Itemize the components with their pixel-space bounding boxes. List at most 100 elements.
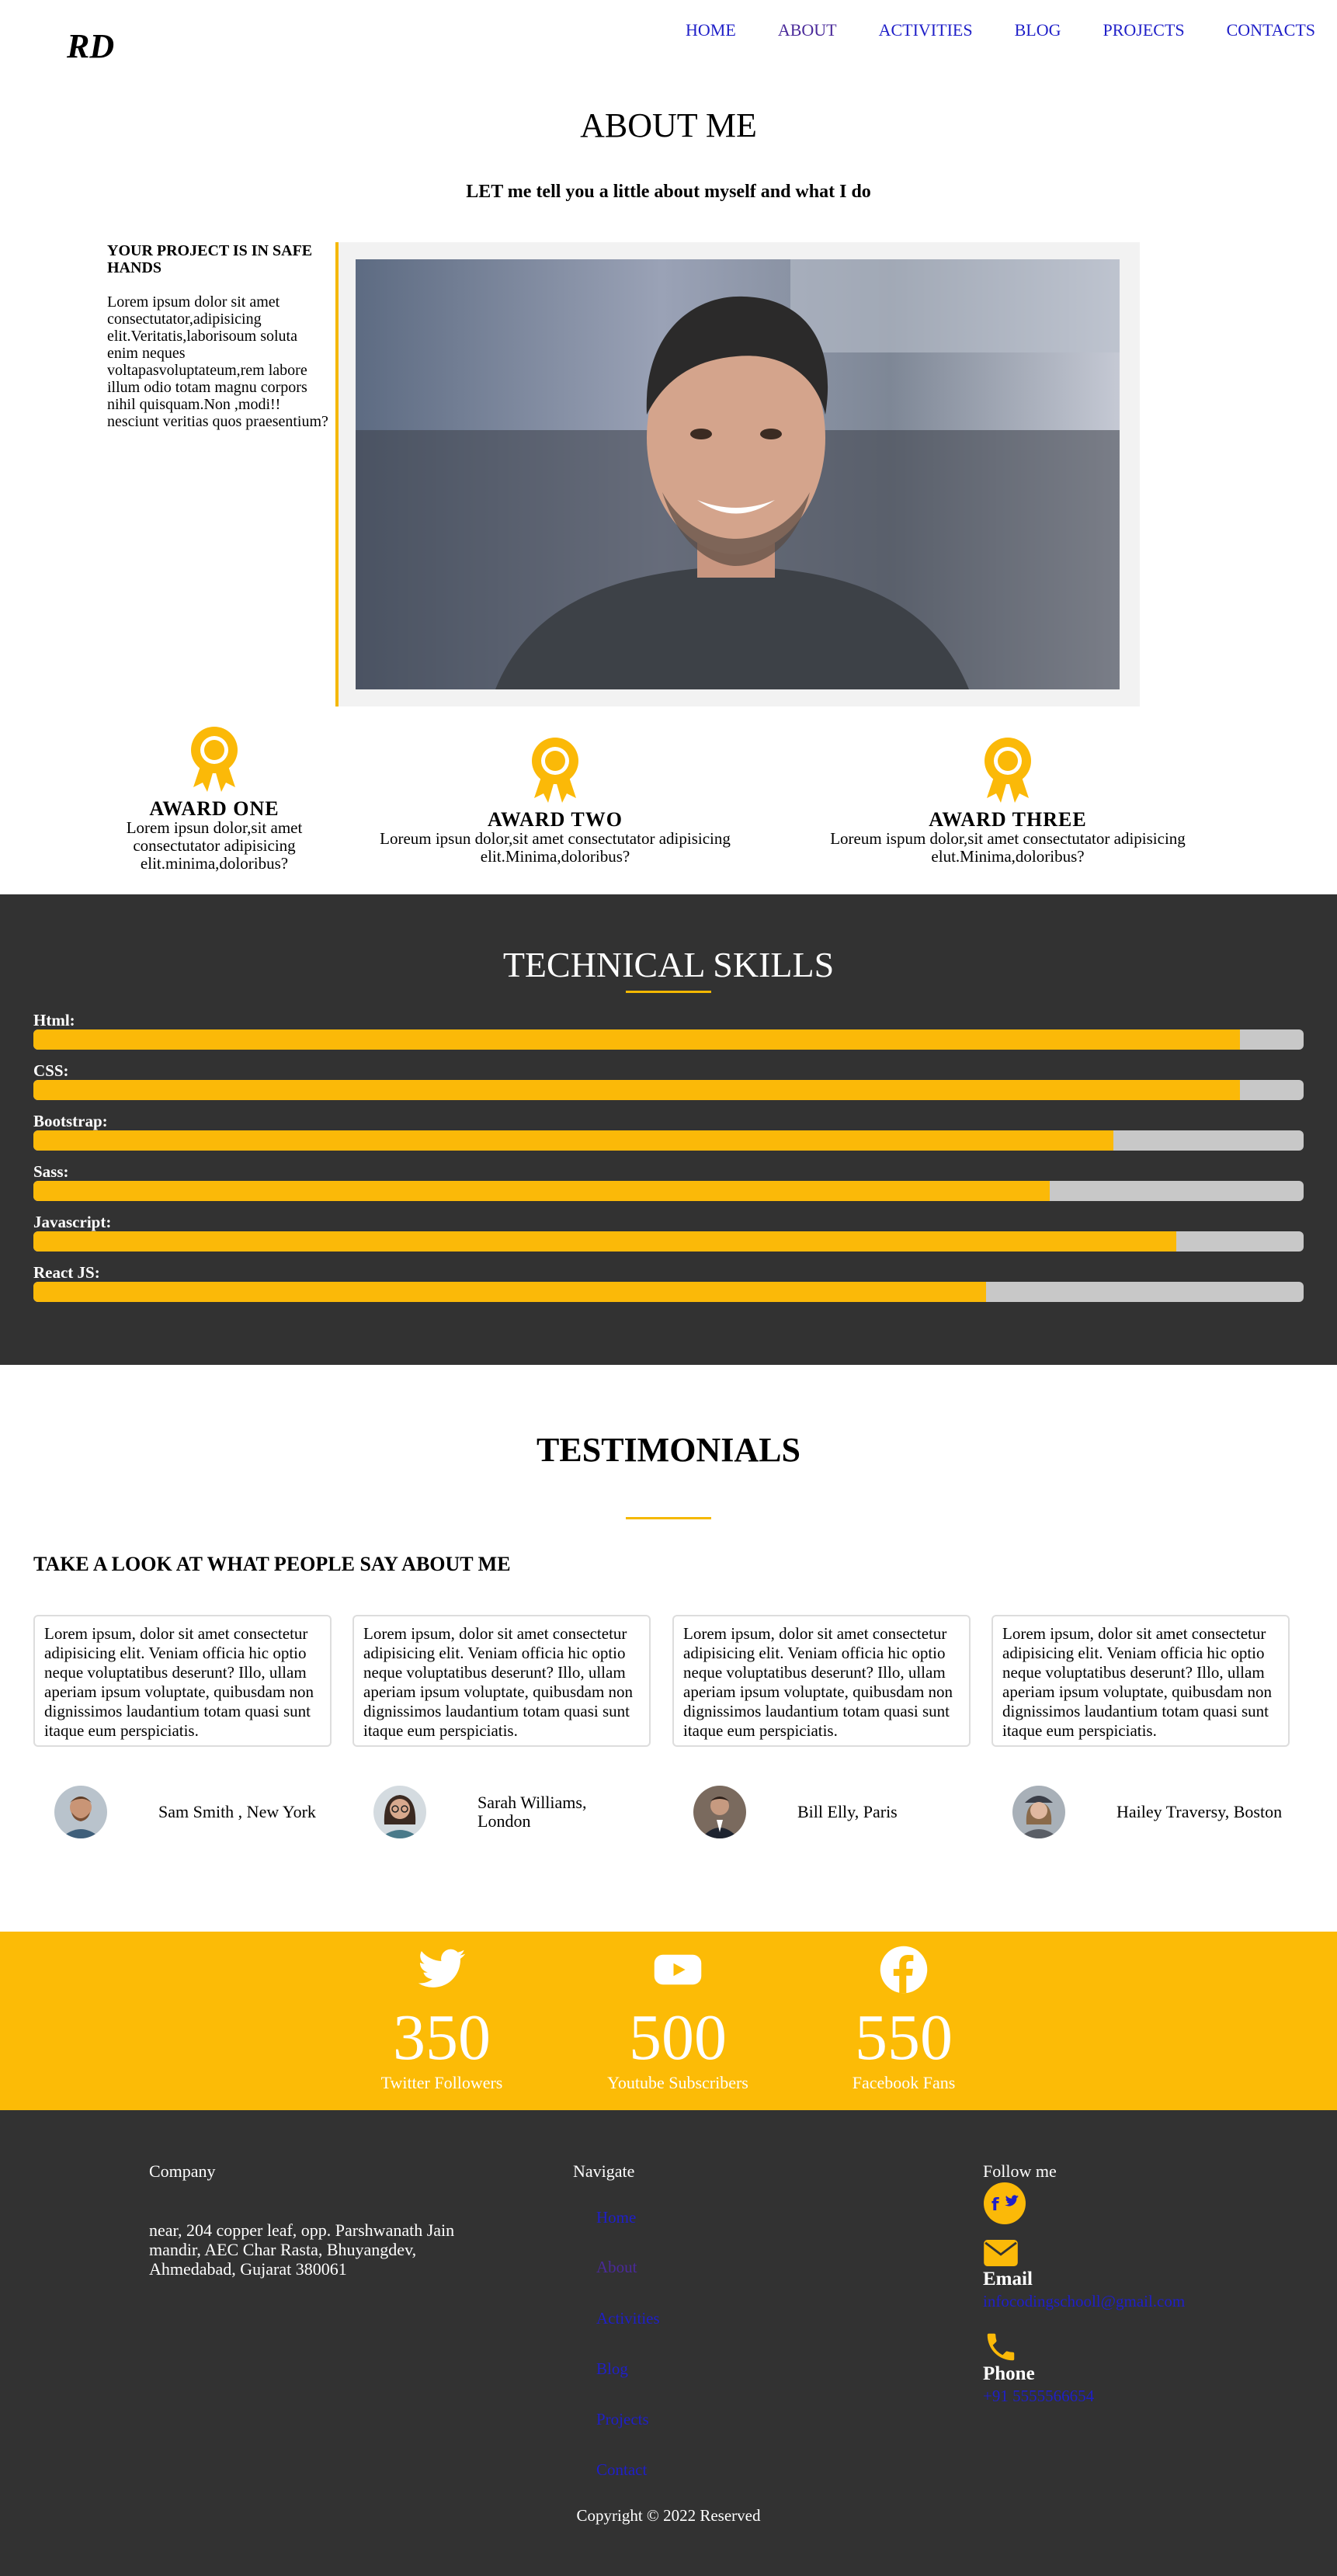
skills-title-underline xyxy=(626,991,711,993)
about-body: Lorem ipsum dolor sit amet consectutator… xyxy=(107,293,328,430)
skill-label: Bootstrap: xyxy=(33,1112,108,1130)
footer-follow-heading: Follow me xyxy=(983,2161,1057,2181)
stat-facebook: 550 Facebook Fans xyxy=(818,1932,989,2093)
footer-link-about[interactable]: About xyxy=(596,2258,637,2277)
nav-contacts[interactable]: CONTACTS xyxy=(1227,20,1315,40)
skill-progress-bar xyxy=(33,1130,1304,1151)
testimonial-card: Lorem ipsum, dolor sit amet consectetur … xyxy=(33,1615,332,1747)
stat-youtube: 500 Youtube Subscribers xyxy=(592,1932,763,2093)
avatar xyxy=(1012,1786,1065,1838)
nav-activities[interactable]: ACTIVITIES xyxy=(879,20,973,40)
skill-label: Sass: xyxy=(33,1162,69,1181)
social-stats: 350 Twitter Followers 500 Youtube Subscr… xyxy=(0,1932,1337,2110)
footer-phone-label: Phone xyxy=(983,2363,1035,2384)
testimonial-person: Hailey Traversy, Boston xyxy=(1012,1786,1282,1838)
footer-email-label: Email xyxy=(983,2269,1033,2290)
footer-link-home[interactable]: Home xyxy=(596,2208,636,2227)
avatar xyxy=(693,1786,746,1838)
testimonial-person: Sam Smith , New York xyxy=(54,1786,316,1838)
footer-navigate-heading: Navigate xyxy=(573,2161,635,2181)
profile-photo xyxy=(356,259,1120,689)
skill-progress-fill xyxy=(33,1282,986,1302)
stat-number: 550 xyxy=(855,2001,953,2074)
top-nav: HOME ABOUT ACTIVITIES BLOG PROJECTS CONT… xyxy=(686,20,1315,40)
award-title: AWARD TWO xyxy=(488,808,623,831)
twitter-icon[interactable] xyxy=(356,1944,527,1995)
award-ribbon-icon xyxy=(187,725,241,795)
stat-number: 500 xyxy=(629,2001,727,2074)
skill-item: Bootstrap: xyxy=(33,1112,1304,1151)
skill-item: Sass: xyxy=(33,1162,1304,1201)
skill-progress-fill xyxy=(33,1231,1177,1252)
about-heading: YOUR PROJECT IS IN SAFE HANDS xyxy=(107,242,313,276)
testimonials-subtitle: TAKE A LOOK AT WHAT PEOPLE SAY ABOUT ME xyxy=(33,1553,511,1575)
skill-progress-fill xyxy=(33,1080,1241,1100)
testimonial-person: Sarah Williams, London xyxy=(373,1786,602,1838)
testimonial-card: Lorem ipsum, dolor sit amet consectetur … xyxy=(352,1615,651,1747)
testimonial-person-name: Bill Elly, Paris xyxy=(797,1802,898,1821)
award-text: Loreum ispum dolor,sit amet consectutato… xyxy=(830,829,1186,866)
testimonial-card: Lorem ipsum, dolor sit amet consectetur … xyxy=(991,1615,1290,1747)
award-two: AWARD TWO Loreum ipsun dolor,sit amet co… xyxy=(365,736,745,866)
skill-progress-bar xyxy=(33,1231,1304,1252)
skill-progress-fill xyxy=(33,1130,1113,1151)
site-logo[interactable]: RD xyxy=(67,26,114,66)
skill-item: Html: xyxy=(33,1011,1304,1050)
stat-twitter: 350 Twitter Followers xyxy=(356,1932,527,2093)
profile-photo-frame xyxy=(335,242,1140,706)
stat-number: 350 xyxy=(393,2001,491,2074)
stat-caption: Youtube Subscribers xyxy=(607,2073,748,2092)
award-one: AWARD ONE Lorem ipsun dolor,sit amet con… xyxy=(116,725,312,873)
email-icon xyxy=(983,2239,1019,2271)
testimonials-title-underline xyxy=(626,1517,711,1519)
testimonial-person-name: Hailey Traversy, Boston xyxy=(1116,1802,1283,1821)
footer-link-projects[interactable]: Projects xyxy=(596,2410,649,2429)
nav-home[interactable]: HOME xyxy=(686,20,736,40)
skill-progress-bar xyxy=(33,1080,1304,1100)
footer-link-blog[interactable]: Blog xyxy=(596,2359,628,2379)
skill-item: Javascript: xyxy=(33,1213,1304,1252)
award-title: AWARD THREE xyxy=(929,808,1087,831)
award-ribbon-icon xyxy=(528,736,582,806)
skill-progress-fill xyxy=(33,1181,1050,1201)
testimonial-person-name: Sarah Williams, London xyxy=(477,1793,587,1831)
skill-progress-bar xyxy=(33,1282,1304,1302)
award-text: Lorem ipsun dolor,sit amet consectutator… xyxy=(126,818,303,873)
footer-phone-link[interactable]: +91 5555566654 xyxy=(983,2387,1094,2406)
site-footer: Company near, 204 copper leaf, opp. Pars… xyxy=(0,2110,1337,2576)
award-three: AWARD THREE Loreum ispum dolor,sit amet … xyxy=(815,736,1200,866)
svg-text:f: f xyxy=(991,2196,999,2215)
footer-company-heading: Company xyxy=(149,2161,216,2181)
skill-label: Html: xyxy=(33,1011,75,1029)
social-links-icon[interactable]: f xyxy=(983,2182,1026,2229)
nav-projects[interactable]: PROJECTS xyxy=(1103,20,1184,40)
testimonial-card: Lorem ipsum, dolor sit amet consectetur … xyxy=(672,1615,971,1747)
about-title: ABOUT ME xyxy=(580,106,757,144)
copyright: Copyright © 2022 Reserved xyxy=(576,2506,761,2525)
skills-section: TECHNICAL SKILLS Html: CSS: Bootstrap: Sass… xyxy=(0,894,1337,1365)
stat-caption: Facebook Fans xyxy=(852,2073,956,2092)
testimonial-person-name: Sam Smith , New York xyxy=(158,1802,316,1821)
footer-link-activities[interactable]: Activities xyxy=(596,2309,660,2328)
avatar xyxy=(373,1786,426,1838)
skill-label: Javascript: xyxy=(33,1213,112,1231)
skill-progress-bar xyxy=(33,1029,1304,1050)
nav-blog[interactable]: BLOG xyxy=(1015,20,1061,40)
skill-label: CSS: xyxy=(33,1061,69,1080)
footer-link-contact[interactable]: Contact xyxy=(596,2460,647,2480)
skill-label: React JS: xyxy=(33,1263,100,1282)
award-text: Loreum ipsun dolor,sit amet consectutato… xyxy=(380,829,731,866)
testimonials-title: TESTIMONIALS xyxy=(537,1431,800,1469)
award-title: AWARD ONE xyxy=(149,797,280,820)
stat-caption: Twitter Followers xyxy=(380,2073,503,2092)
testimonial-person: Bill Elly, Paris xyxy=(693,1786,898,1838)
footer-email-link[interactable]: infocodingschooll@gmail.com xyxy=(983,2292,1185,2311)
facebook-icon[interactable] xyxy=(818,1944,989,1995)
about-intro: YOUR PROJECT IS IN SAFE HANDS Lorem ipsu… xyxy=(107,242,329,430)
skill-progress-bar xyxy=(33,1181,1304,1201)
about-subtitle: LET me tell you a little about myself an… xyxy=(466,182,871,202)
youtube-icon[interactable] xyxy=(592,1944,763,1995)
skill-progress-fill xyxy=(33,1029,1241,1050)
avatar xyxy=(54,1786,107,1838)
nav-about[interactable]: ABOUT xyxy=(778,20,837,40)
